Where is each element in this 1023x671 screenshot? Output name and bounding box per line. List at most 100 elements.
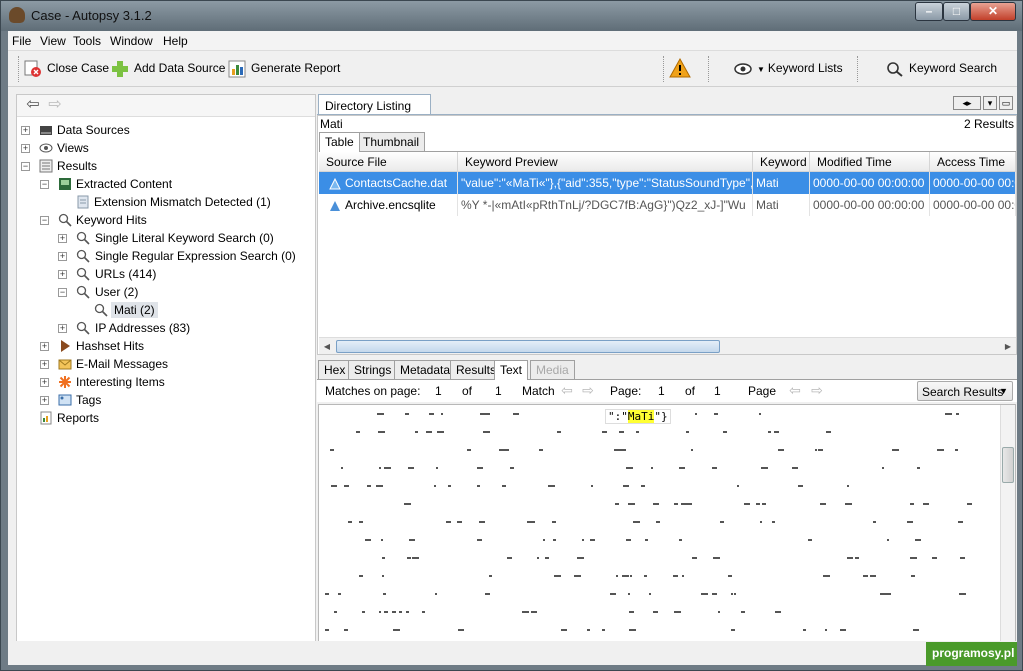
tree-label: Extension Mismatch Detected (1)	[94, 195, 271, 209]
expand-toggle-icon[interactable]: +	[21, 126, 30, 135]
expand-toggle-icon[interactable]: +	[58, 252, 67, 261]
scroll-left-icon[interactable]: ◀	[320, 340, 334, 353]
previous-page-icon[interactable]: ⇦	[786, 383, 804, 399]
right-panel: Directory Listing ◂▸ ▾ ▭ Mati 2 Results Ta…	[317, 94, 1017, 660]
noise-mark	[382, 575, 385, 577]
tab-text[interactable]: Text	[494, 360, 529, 380]
noise-mark	[356, 431, 361, 433]
of-label: of	[462, 384, 473, 398]
noise-mark	[447, 485, 451, 487]
collapse-toggle-icon[interactable]: −	[40, 216, 49, 225]
previous-match-icon[interactable]: ⇦	[558, 383, 576, 399]
tab-thumbnail[interactable]: Thumbnail	[357, 132, 426, 151]
column-header-source-file[interactable]: Source File	[319, 152, 458, 172]
menu-window[interactable]: Window	[110, 34, 153, 48]
tab-strings[interactable]: Strings	[348, 360, 398, 379]
noise-mark	[348, 521, 353, 523]
scroll-right-icon[interactable]: ▶	[1001, 340, 1015, 353]
collapse-toggle-icon[interactable]: −	[21, 162, 30, 171]
tab-directory-listing[interactable]: Directory Listing	[318, 94, 431, 115]
close-window-button[interactable]: ✕	[970, 2, 1016, 21]
menu-tools[interactable]: Tools	[73, 34, 101, 48]
expand-toggle-icon[interactable]: +	[21, 144, 30, 153]
column-header-keyword-preview[interactable]: Keyword Preview	[458, 152, 753, 172]
menu-view[interactable]: View	[40, 34, 66, 48]
add-data-source-button[interactable]: Add Data Source	[111, 60, 225, 78]
noise-mark	[932, 557, 938, 559]
noise-mark	[622, 449, 627, 451]
scrollbar-thumb[interactable]	[336, 340, 720, 353]
results-icon	[39, 159, 53, 173]
column-header-modified-time[interactable]: Modified Time	[810, 152, 930, 172]
noise-mark	[545, 557, 550, 559]
noise-mark	[446, 521, 452, 523]
generate-report-button[interactable]: Generate Report	[228, 60, 340, 78]
noise-mark	[622, 485, 629, 487]
search-icon	[76, 321, 90, 335]
menu-file[interactable]: File	[12, 34, 31, 48]
noise-mark	[727, 575, 732, 577]
noise-mark	[955, 449, 959, 451]
table-horizontal-scrollbar[interactable]: ◀ ▶	[319, 337, 1016, 354]
dropdown-arrow-icon[interactable]: ▾	[983, 96, 997, 110]
expand-toggle-icon[interactable]: +	[40, 378, 49, 387]
keyword-lists-button[interactable]: ▼ Keyword Lists	[734, 60, 843, 78]
tree-label: URLs (414)	[95, 267, 157, 281]
maximize-button[interactable]: □	[943, 2, 970, 21]
expand-toggle-icon[interactable]: +	[58, 270, 67, 279]
tree-label: Hashset Hits	[76, 339, 145, 353]
close-case-button[interactable]: Close Case	[24, 60, 109, 78]
noise-mark	[768, 431, 772, 433]
noise-mark	[615, 503, 618, 505]
expand-toggle-icon[interactable]: +	[40, 396, 49, 405]
next-match-icon[interactable]: ⇨	[579, 383, 597, 399]
expand-toggle-icon[interactable]: +	[58, 324, 67, 333]
noise-mark	[701, 593, 709, 595]
access-time-cell: 0000-00-00 00:00:00	[930, 172, 1016, 194]
noise-mark	[399, 611, 403, 613]
maximize-panel-icon[interactable]: ▭	[999, 96, 1013, 110]
back-arrow-icon[interactable]: ⇦	[23, 97, 43, 115]
expand-toggle-icon[interactable]: +	[40, 360, 49, 369]
report-icon	[40, 411, 52, 425]
expand-toggle-icon[interactable]: +	[40, 342, 49, 351]
column-header-access-time[interactable]: Access Time	[930, 152, 1016, 172]
expand-toggle-icon[interactable]: +	[58, 234, 67, 243]
collapse-toggle-icon[interactable]: −	[40, 180, 49, 189]
minimize-button[interactable]: –	[915, 2, 943, 21]
extracted-text-area[interactable]: ":"MaTi"} ◀ ▶	[318, 404, 1016, 660]
next-page-icon[interactable]: ⇨	[808, 383, 826, 399]
noise-mark	[557, 431, 562, 433]
tab-table[interactable]: Table	[319, 132, 360, 152]
search-icon	[76, 249, 90, 263]
noise-mark	[919, 539, 922, 541]
noise-mark	[967, 503, 972, 505]
text-vertical-scrollbar[interactable]	[1000, 405, 1015, 645]
noise-mark	[406, 557, 411, 559]
noise-mark	[414, 431, 418, 433]
keyword-search-button[interactable]: Keyword Search	[886, 60, 997, 78]
noise-mark	[690, 449, 693, 451]
warning-button[interactable]	[669, 57, 691, 78]
toolbar-separator	[708, 56, 709, 82]
collapse-toggle-icon[interactable]: −	[58, 288, 67, 297]
scrollbar-thumb[interactable]	[1002, 447, 1014, 483]
forward-arrow-icon[interactable]: ⇨	[45, 97, 65, 115]
noise-mark	[916, 467, 920, 469]
search-results-dropdown[interactable]: Search Results ▼	[917, 381, 1013, 401]
noise-mark	[329, 449, 334, 451]
source-file-name: Archive.encsqlite	[345, 198, 436, 212]
noise-mark	[722, 431, 727, 433]
tab-hex[interactable]: Hex	[318, 360, 352, 379]
results-count: 2 Results	[963, 117, 1014, 131]
tree-label: Tags	[76, 393, 102, 407]
title-bar: Case - Autopsy 3.1.2 – □ ✕	[1, 1, 1022, 31]
tab-metadata[interactable]: Metadata	[394, 360, 457, 379]
column-header-keyword[interactable]: Keyword	[753, 152, 810, 172]
noise-mark	[362, 611, 366, 613]
close-case-label: Close Case	[47, 61, 110, 76]
tab-scroll-arrows-icon[interactable]: ◂▸	[953, 96, 981, 110]
noise-mark	[412, 557, 419, 559]
panel-controls: ◂▸ ▾ ▭	[951, 95, 1013, 110]
menu-help[interactable]: Help	[163, 34, 188, 48]
